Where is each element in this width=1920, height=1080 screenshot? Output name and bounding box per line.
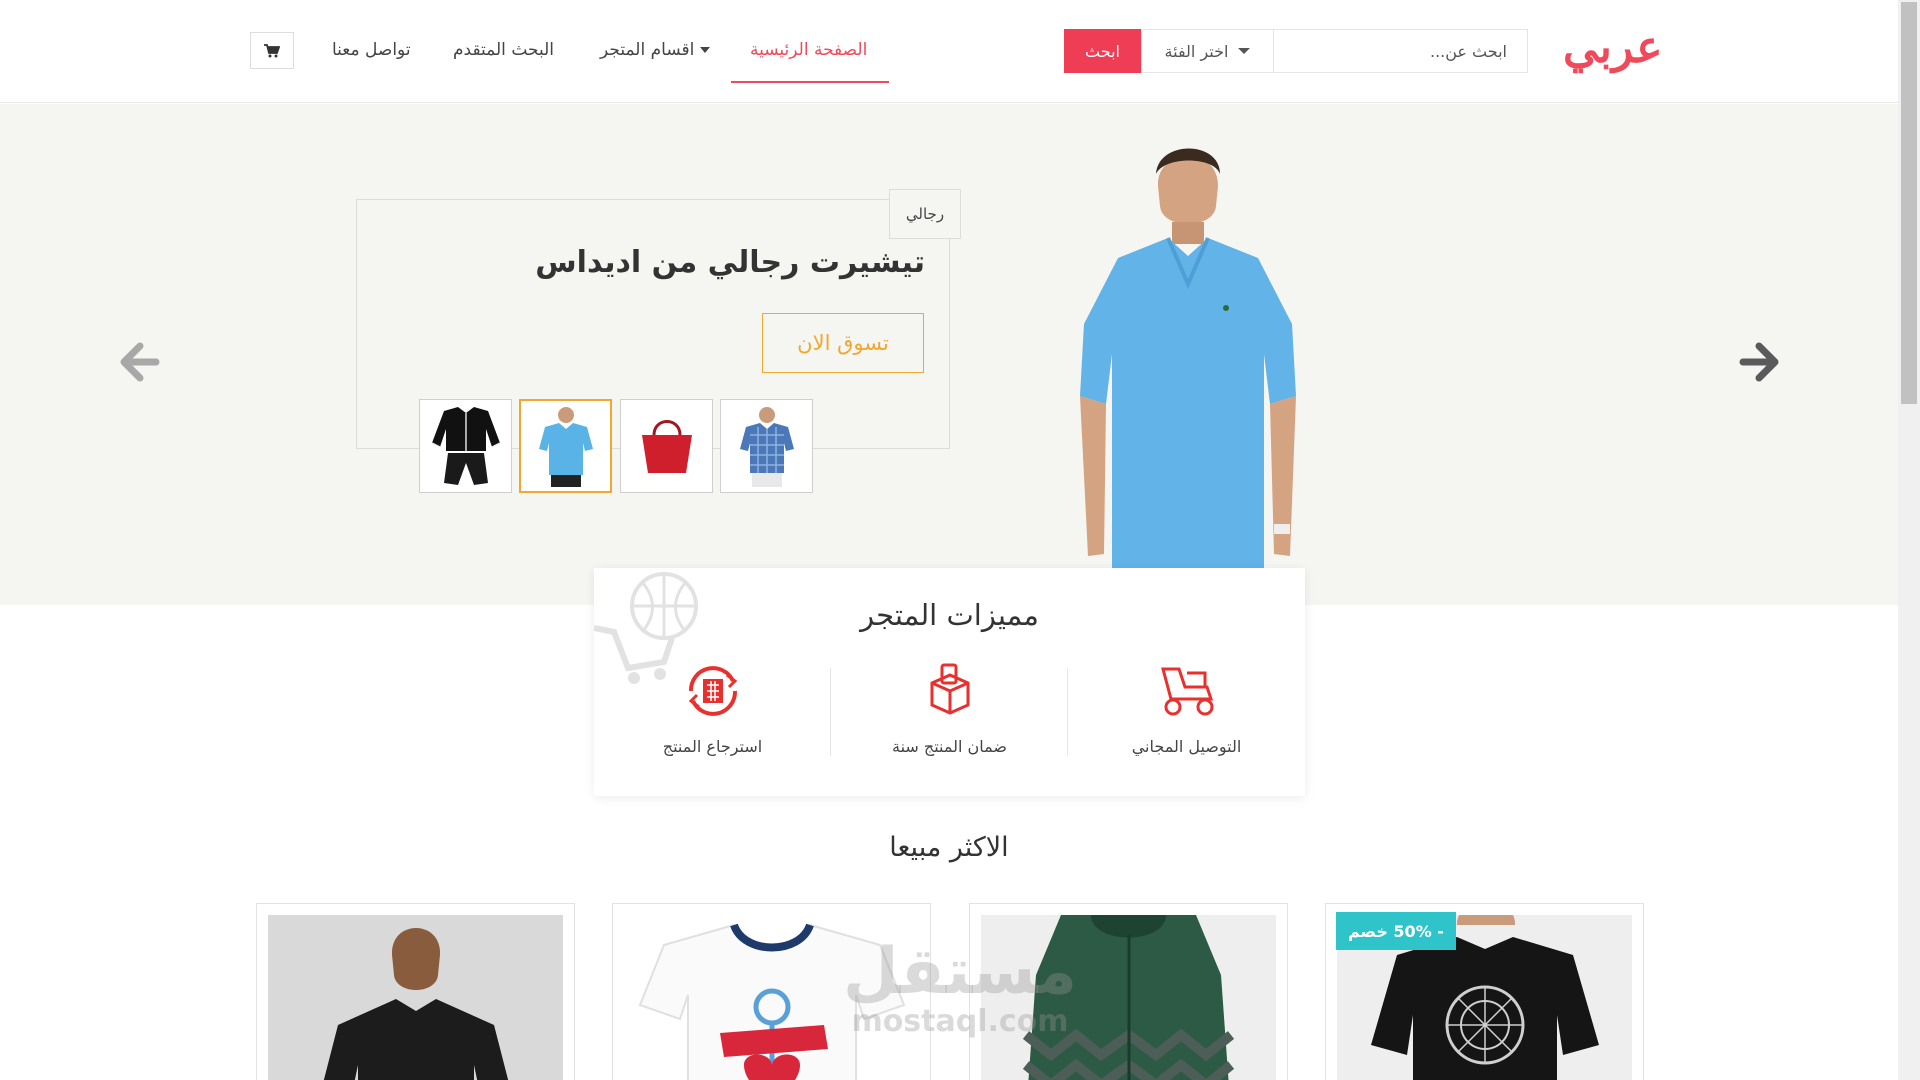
- feature-label: ضمان المنتج سنة: [892, 737, 1007, 756]
- arrow-left-icon[interactable]: [112, 332, 172, 392]
- product-image: [268, 915, 563, 1080]
- site-header: عربي اختر الفئة ابحث الصفحة الرئيسية اقس…: [0, 0, 1898, 103]
- red-handbag-image: [641, 420, 692, 473]
- search-box: [1273, 29, 1528, 73]
- promo-category-tag: رجالي: [889, 189, 961, 239]
- features-title: مميزات المتجر: [860, 598, 1039, 632]
- black-sport-tshirt-image: [323, 928, 509, 1080]
- feature-guarantee: ضمان المنتج سنة: [831, 663, 1068, 756]
- tracksuit-image: [431, 407, 500, 485]
- cart-button[interactable]: [250, 32, 294, 69]
- hero-model-image: [1080, 148, 1296, 605]
- return-product-icon: [688, 666, 737, 716]
- nav-active-underline: [731, 81, 889, 83]
- store-features-panel: مميزات المتجر التوصيل المجاني ضمان المنت…: [594, 568, 1305, 796]
- feature-free-delivery: التوصيل المجاني: [1068, 663, 1305, 756]
- product-card[interactable]: - 50% خصم: [1325, 903, 1644, 1080]
- nav-advanced-search[interactable]: البحث المتقدم: [453, 40, 554, 60]
- shopping-cart-icon: [264, 43, 280, 57]
- search-input[interactable]: [1274, 30, 1527, 72]
- nav-categories-label: اقسام المتجر: [600, 40, 695, 60]
- product-card[interactable]: [969, 903, 1288, 1080]
- product-card[interactable]: [612, 903, 931, 1080]
- thumbnail-tracksuit[interactable]: [419, 399, 512, 493]
- nav-contact[interactable]: تواصل معنا: [332, 40, 411, 60]
- search-button[interactable]: ابحث: [1064, 29, 1141, 73]
- product-image: [981, 915, 1276, 1080]
- nav-categories-dropdown[interactable]: اقسام المتجر: [600, 40, 711, 60]
- blue-polo-image: [538, 407, 593, 487]
- discount-badge: - 50% خصم: [1336, 912, 1456, 950]
- best-sellers-title: الاكثر مبيعا: [889, 832, 1009, 863]
- thumbnail-plaid-shirt[interactable]: [720, 399, 813, 493]
- page-scrollbar-thumb[interactable]: [1901, 2, 1917, 404]
- arrow-right-icon[interactable]: [1727, 332, 1787, 392]
- feature-label: التوصيل المجاني: [1131, 737, 1242, 756]
- category-select[interactable]: اختر الفئة: [1141, 29, 1274, 73]
- shop-now-button[interactable]: تسوق الان: [762, 313, 924, 373]
- thumbnail-red-handbag[interactable]: [620, 399, 713, 493]
- nav-home[interactable]: الصفحة الرئيسية: [750, 40, 867, 60]
- delivery-scooter-icon: [1160, 667, 1213, 716]
- feature-return: استرجاع المنتج: [594, 663, 831, 756]
- thumbnail-blue-polo[interactable]: [519, 399, 612, 493]
- caret-down-icon: [1238, 48, 1251, 54]
- caret-down-icon: [700, 47, 711, 53]
- site-logo[interactable]: عربي: [1563, 22, 1662, 73]
- feature-label: استرجاع المنتج: [662, 737, 763, 756]
- hero-slider: رجالي تيشيرت رجالي من اديداس تسوق الان: [0, 104, 1898, 605]
- category-select-label: اختر الفئة: [1164, 41, 1229, 61]
- green-puffer-jacket-image: [1022, 915, 1235, 1080]
- kids-mummy-tshirt-image: [638, 923, 906, 1080]
- guarantee-box-icon: [930, 663, 969, 715]
- plaid-shirt-image: [739, 407, 794, 487]
- product-card[interactable]: [256, 903, 575, 1080]
- product-image: [624, 915, 919, 1080]
- promo-title: تيشيرت رجالي من اديداس: [535, 245, 925, 280]
